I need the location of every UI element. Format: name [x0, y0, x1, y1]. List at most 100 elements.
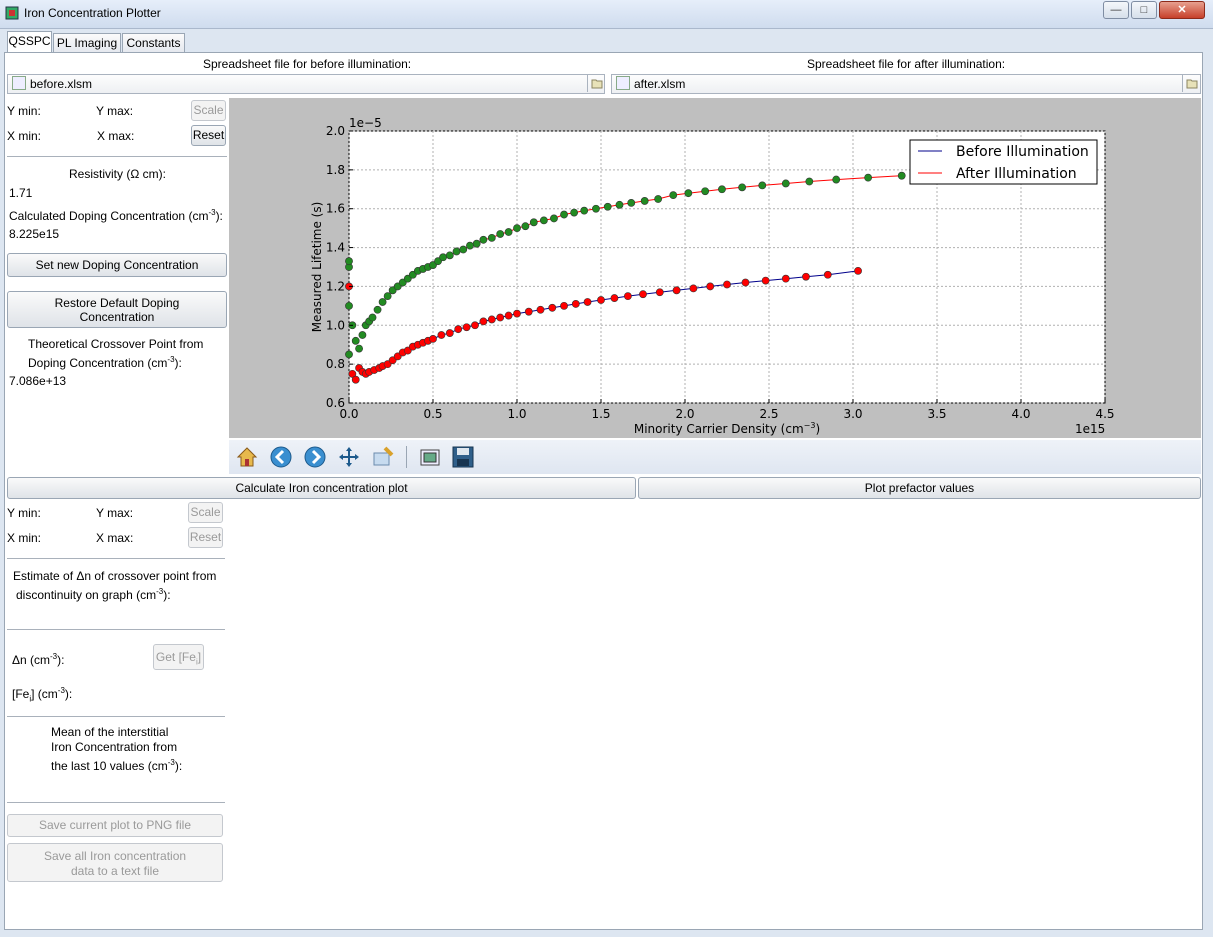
data-point-1 — [897, 171, 906, 180]
reset-button-top[interactable]: Reset — [191, 125, 226, 146]
set-doping-button[interactable]: Set new Doping Concentration — [7, 253, 227, 277]
data-point-1 — [580, 206, 589, 215]
tab-qsspc[interactable]: QSSPC — [7, 31, 52, 53]
data-point-0 — [513, 309, 521, 318]
data-point-1 — [355, 344, 363, 353]
pan-icon[interactable] — [337, 445, 361, 469]
minimize-button[interactable]: — — [1103, 1, 1129, 19]
save-text-button[interactable]: Save all Iron concentration data to a te… — [7, 843, 223, 882]
data-point-1 — [781, 179, 790, 188]
resistivity-value: 1.71 — [9, 186, 33, 200]
before-browse-button[interactable] — [587, 75, 605, 92]
y-offset-label: 1e−5 — [349, 116, 382, 130]
data-point-0 — [462, 323, 471, 332]
data-point-1 — [459, 245, 468, 254]
data-point-1 — [805, 177, 814, 186]
data-point-0 — [854, 266, 862, 275]
after-file-value: after.xlsm — [634, 77, 686, 91]
tab-constants[interactable]: Constants — [122, 33, 185, 53]
divider — [7, 156, 227, 157]
back-icon[interactable] — [269, 445, 293, 469]
scale-button-bottom[interactable]: Scale — [188, 502, 223, 523]
plot-prefactor-button[interactable]: Plot prefactor values — [638, 477, 1201, 499]
data-point-0 — [823, 270, 832, 279]
divider — [7, 629, 225, 630]
get-fe-button[interactable]: Get [Fei] — [153, 644, 204, 670]
zoom-icon[interactable] — [371, 445, 395, 469]
data-point-0 — [454, 325, 463, 334]
data-point-0 — [429, 334, 437, 343]
data-point-1 — [592, 204, 600, 213]
x-tick-label: 3.5 — [927, 407, 946, 421]
ymin-label-top: Y min: — [7, 104, 41, 118]
x-tick-label: 2.5 — [759, 407, 778, 421]
resistivity-label: Resistivity (Ω cm): — [69, 167, 166, 181]
data-point-0 — [504, 311, 513, 320]
data-point-1 — [615, 200, 624, 209]
data-point-1 — [472, 239, 481, 248]
data-point-0 — [610, 294, 619, 302]
scale-button-top[interactable]: Scale — [191, 100, 226, 121]
subplots-icon[interactable] — [418, 445, 442, 469]
y-tick-label: 0.6 — [326, 396, 345, 410]
data-point-1 — [466, 241, 474, 250]
data-point-1 — [496, 230, 505, 238]
after-file-field[interactable]: after.xlsm — [611, 74, 1201, 94]
spreadsheet-icon — [616, 76, 630, 90]
after-browse-button[interactable] — [1182, 75, 1200, 92]
data-point-1 — [627, 198, 636, 207]
data-point-0 — [487, 315, 496, 324]
data-point-0 — [437, 331, 446, 339]
data-point-1 — [550, 214, 558, 223]
data-point-1 — [479, 235, 488, 244]
data-point-1 — [539, 216, 548, 225]
reset-button-bottom[interactable]: Reset — [188, 527, 223, 548]
before-file-field[interactable]: before.xlsm — [7, 74, 605, 94]
divider — [7, 558, 225, 559]
close-button[interactable]: ✕ — [1159, 1, 1205, 19]
spreadsheet-icon — [12, 76, 26, 90]
data-point-0 — [706, 282, 715, 291]
data-point-1 — [654, 195, 663, 203]
data-point-1 — [738, 183, 747, 192]
data-point-0 — [639, 290, 647, 299]
crossover-label-line1: Theoretical Crossover Point from — [28, 337, 204, 351]
data-point-1 — [832, 175, 841, 184]
data-point-0 — [623, 292, 632, 301]
restore-doping-button[interactable]: Restore Default Doping Concentration — [7, 291, 227, 328]
y-tick-label: 2.0 — [326, 124, 345, 138]
data-point-0 — [741, 278, 750, 287]
data-point-1 — [529, 218, 538, 227]
data-point-0 — [351, 375, 360, 384]
data-point-1 — [351, 336, 360, 345]
calc-iron-button[interactable]: Calculate Iron concentration plot — [7, 477, 636, 499]
y-axis-label: Measured Lifetime (s) — [310, 202, 324, 333]
y-tick-label: 1.2 — [326, 279, 345, 293]
data-point-1 — [504, 228, 513, 236]
save-png-button[interactable]: Save current plot to PNG file — [7, 814, 223, 837]
data-point-1 — [701, 187, 710, 196]
x-tick-label: 0.5 — [423, 407, 442, 421]
data-point-1 — [718, 185, 726, 194]
data-point-1 — [345, 257, 353, 266]
data-point-0 — [524, 307, 533, 316]
divider — [7, 716, 225, 717]
data-point-1 — [373, 305, 382, 314]
divider — [7, 802, 225, 803]
data-point-1 — [513, 224, 521, 233]
y-tick-label: 1.4 — [326, 241, 345, 255]
data-point-1 — [570, 208, 579, 217]
forward-icon[interactable] — [303, 445, 327, 469]
x-tick-label: 3.0 — [843, 407, 862, 421]
data-point-0 — [689, 284, 698, 293]
data-point-1 — [684, 189, 693, 198]
home-icon[interactable] — [235, 445, 259, 469]
save-icon[interactable] — [451, 445, 475, 469]
lifetime-chart[interactable]: 0.0 0.5 1.0 1.5 2.0 2.5 3.0 3.5 4.0 4.50.60.81.01… — [229, 98, 1201, 438]
xmin-label-bottom: X min: — [7, 531, 42, 545]
data-point-0 — [781, 274, 790, 283]
tab-pl-imaging[interactable]: PL Imaging — [53, 33, 121, 53]
data-point-0 — [655, 288, 664, 297]
maximize-button[interactable]: □ — [1131, 1, 1157, 19]
data-point-1 — [521, 222, 530, 231]
